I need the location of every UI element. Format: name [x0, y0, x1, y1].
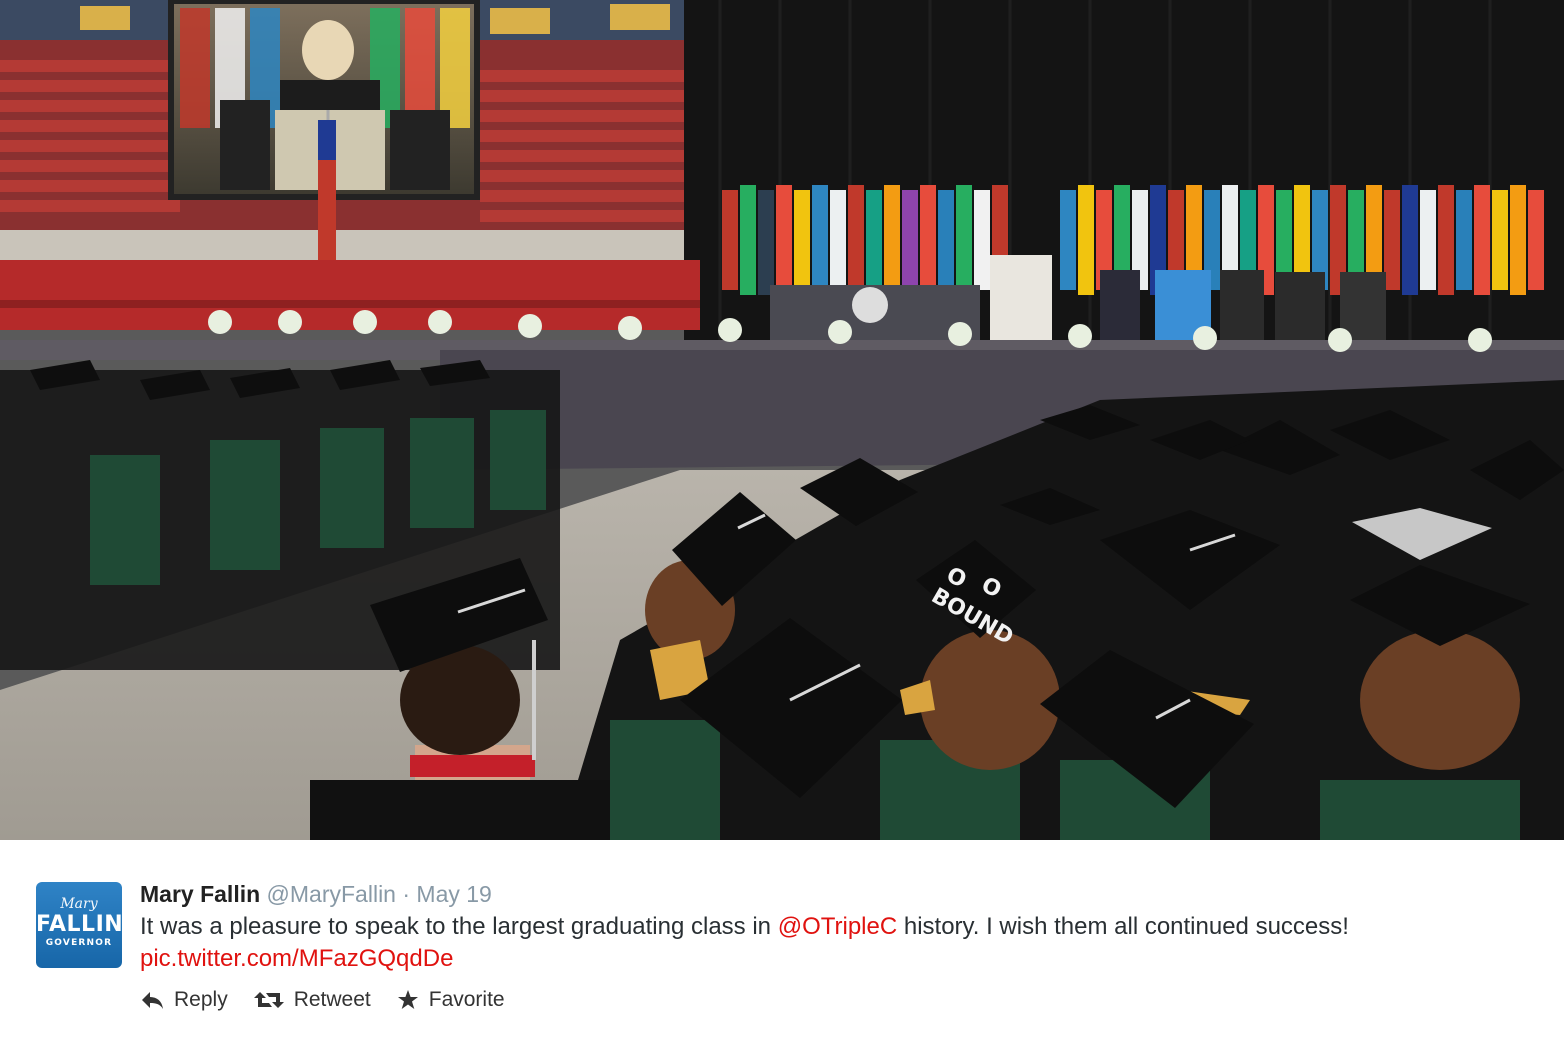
- pic-link[interactable]: pic.twitter.com/MFazGQqdDe: [140, 945, 453, 972]
- favorite-label: Favorite: [428, 988, 505, 1011]
- retweet-label: Retweet: [293, 988, 371, 1011]
- user-handle[interactable]: @MaryFallin: [267, 881, 396, 907]
- avatar[interactable]: Mary FALLIN GOVERNOR: [36, 882, 122, 968]
- reply-icon: [142, 992, 163, 1009]
- avatar-name-text: FALLIN: [36, 912, 122, 937]
- display-name[interactable]: Mary Fallin: [140, 881, 260, 907]
- tweet-text: It was a pleasure to speak to the larges…: [140, 911, 1540, 975]
- avatar-script-text: Mary: [60, 896, 98, 912]
- retweet-icon: [253, 992, 284, 1008]
- tweet-actions: Reply Retweet Favorite: [140, 988, 505, 1012]
- retweet-button[interactable]: Retweet: [253, 988, 371, 1012]
- tweet-text-part1: It was a pleasure to speak to the larges…: [140, 913, 778, 940]
- favorite-button[interactable]: Favorite: [397, 988, 505, 1012]
- tweet-date[interactable]: May 19: [416, 881, 491, 907]
- reply-label: Reply: [174, 988, 228, 1011]
- avatar-title-text: GOVERNOR: [45, 938, 113, 948]
- tweet-card: Mary FALLIN GOVERNOR Mary Fallin @MaryFa…: [0, 840, 1564, 1054]
- reply-button[interactable]: Reply: [140, 988, 228, 1012]
- header-separator: ·: [402, 881, 411, 907]
- tweet-photo[interactable]: O O BOUND: [0, 0, 1564, 840]
- graduation-photo: O O BOUND: [0, 0, 1564, 840]
- star-icon: [397, 990, 418, 1009]
- tweet-text-part2: history. I wish them all continued succe…: [897, 913, 1349, 940]
- mention-link[interactable]: @OTripleC: [778, 913, 897, 940]
- tweet-header: Mary Fallin @MaryFallin · May 19: [140, 880, 492, 908]
